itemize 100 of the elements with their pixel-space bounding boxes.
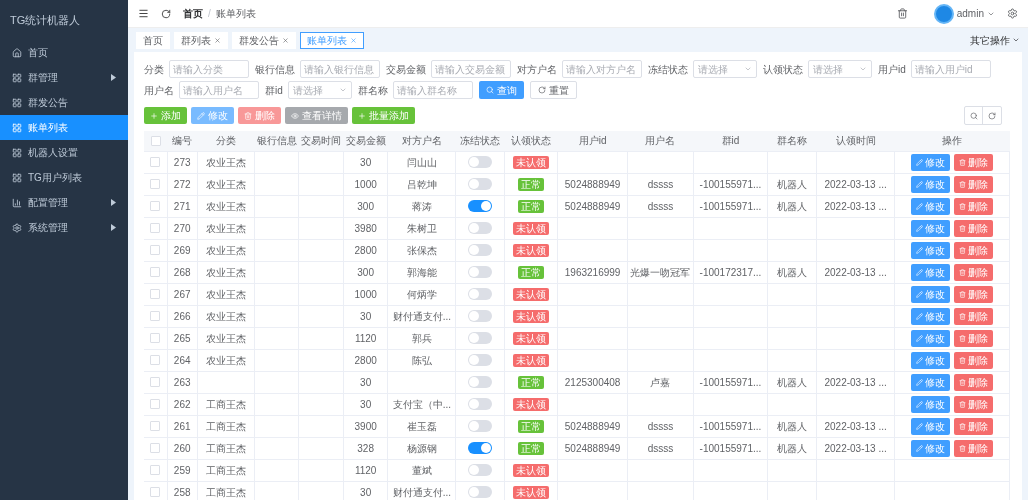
delete-button[interactable]: 删除 <box>954 395 994 413</box>
row-checkbox[interactable] <box>150 443 161 453</box>
freeze-toggle[interactable] <box>468 178 493 190</box>
edit-button[interactable]: 修改 <box>911 307 951 325</box>
reset-button[interactable]: 重置 <box>529 81 577 99</box>
delete-button[interactable]: 删除 <box>954 417 994 435</box>
filter-field[interactable]: 请输入银行信息 <box>300 60 380 78</box>
edit-button[interactable]: 修改 <box>911 373 951 391</box>
row-checkbox[interactable] <box>150 223 161 233</box>
sidebar-item[interactable]: 机器人设置 <box>0 140 128 165</box>
add-button[interactable]: 批量添加 <box>352 107 415 124</box>
edit-button[interactable]: 修改 <box>911 219 951 237</box>
edit-button[interactable]: 修改 <box>911 285 951 303</box>
edit-button[interactable]: 修改 <box>911 329 951 347</box>
sidebar-item[interactable]: 群发公告 <box>0 90 128 115</box>
delete-button[interactable]: 删除 <box>954 197 994 215</box>
edit-button[interactable]: 修改 <box>911 175 951 193</box>
filter-field[interactable]: 请输入用户id <box>910 60 991 78</box>
edit-button[interactable]: 修改 <box>911 395 951 413</box>
search-button[interactable]: 查询 <box>478 81 524 99</box>
sidebar-item[interactable]: 配置管理 <box>0 190 128 215</box>
close-icon[interactable] <box>214 36 221 44</box>
other-actions-dropdown[interactable]: 其它操作 <box>970 32 1020 48</box>
row-checkbox[interactable] <box>150 399 161 409</box>
row-checkbox[interactable] <box>150 311 161 321</box>
edit-button[interactable]: 修改 <box>911 197 951 215</box>
filter-select[interactable]: 请选择 <box>808 60 872 78</box>
delete-button[interactable]: 删除 <box>954 329 994 347</box>
sidebar-item[interactable]: TG用户列表 <box>0 165 128 190</box>
amount-cell: 2800 <box>354 244 377 256</box>
filter-select[interactable]: 请选择 <box>693 60 757 78</box>
freeze-toggle[interactable] <box>468 376 493 388</box>
freeze-toggle[interactable] <box>468 354 493 366</box>
user-menu[interactable]: admin <box>956 6 984 21</box>
menu-icon[interactable] <box>138 8 149 19</box>
delete-button[interactable]: 删除 <box>954 219 994 237</box>
edit-button[interactable]: 修改 <box>911 153 951 171</box>
delete-button[interactable]: 删除 <box>954 351 994 369</box>
freeze-toggle[interactable] <box>468 398 493 410</box>
delete-button[interactable]: 删除 <box>954 153 994 171</box>
select-all-checkbox[interactable] <box>150 135 161 146</box>
delete-button[interactable]: 删除 <box>954 241 994 259</box>
filter-field[interactable]: 请输入群名称 <box>392 81 473 99</box>
row-checkbox[interactable] <box>150 201 161 211</box>
sidebar-item[interactable]: 首页 <box>0 40 128 65</box>
freeze-toggle[interactable] <box>468 486 493 498</box>
delete-button[interactable]: 删除 <box>954 307 994 325</box>
sidebar-item[interactable]: 系统管理 <box>0 215 128 240</box>
delete-button[interactable]: 删除 <box>954 285 994 303</box>
row-checkbox[interactable] <box>150 333 161 343</box>
delete-button[interactable]: 删除 <box>954 175 994 193</box>
edit-button[interactable]: 修改 <box>911 351 951 369</box>
edit-button[interactable]: 修改 <box>911 241 951 259</box>
freeze-toggle[interactable] <box>468 156 493 168</box>
filter-field[interactable]: 请输入分类 <box>169 60 249 78</box>
id-cell: 268 <box>173 266 191 278</box>
freeze-toggle[interactable] <box>468 332 493 344</box>
row-checkbox[interactable] <box>150 487 161 497</box>
edit-button[interactable]: 修改 <box>911 439 951 457</box>
filter-select[interactable]: 请选择 <box>287 81 352 99</box>
freeze-toggle[interactable] <box>468 200 493 212</box>
filter-field[interactable]: 请输入交易金额 <box>431 60 511 78</box>
sidebar-item[interactable]: 账单列表 <box>0 115 128 140</box>
breadcrumb-item[interactable]: 首页 <box>183 6 203 21</box>
filter-field[interactable]: 请输入用户名 <box>179 81 259 99</box>
freeze-toggle[interactable] <box>468 420 493 432</box>
sidebar-item[interactable]: 群管理 <box>0 65 128 90</box>
page-tab[interactable]: 群发公告 <box>232 31 296 49</box>
edit-button[interactable]: 修改 <box>911 263 951 281</box>
delete-button[interactable]: 删除 <box>954 439 994 457</box>
freeze-toggle[interactable] <box>468 244 493 256</box>
row-checkbox[interactable] <box>150 421 161 431</box>
freeze-toggle[interactable] <box>468 288 493 300</box>
avatar[interactable] <box>933 3 954 24</box>
page-tab[interactable]: 首页 <box>136 31 170 49</box>
trash-icon[interactable] <box>896 8 908 19</box>
delete-button[interactable]: 删除 <box>954 263 994 281</box>
edit-button[interactable]: 修改 <box>911 417 951 435</box>
freeze-toggle[interactable] <box>468 266 493 278</box>
row-checkbox[interactable] <box>150 355 161 365</box>
freeze-toggle[interactable] <box>468 464 493 476</box>
row-checkbox[interactable] <box>150 377 161 387</box>
row-checkbox[interactable] <box>150 289 161 299</box>
filter-field[interactable]: 请输入对方户名 <box>562 60 642 78</box>
add-button[interactable]: 添加 <box>144 107 187 124</box>
close-icon[interactable] <box>350 36 357 44</box>
page-tab[interactable]: 群列表 <box>174 31 228 49</box>
freeze-toggle[interactable] <box>468 442 493 454</box>
row-checkbox[interactable] <box>150 267 161 277</box>
row-checkbox[interactable] <box>150 465 161 475</box>
settings-icon[interactable] <box>1007 8 1018 19</box>
freeze-toggle[interactable] <box>468 222 493 234</box>
row-checkbox[interactable] <box>150 157 161 167</box>
page-tab[interactable]: 账单列表 <box>300 31 364 49</box>
delete-button[interactable]: 删除 <box>954 373 994 391</box>
refresh-icon[interactable] <box>161 8 171 19</box>
row-checkbox[interactable] <box>150 245 161 255</box>
close-icon[interactable] <box>282 36 289 44</box>
row-checkbox[interactable] <box>150 179 161 189</box>
freeze-toggle[interactable] <box>468 310 493 322</box>
